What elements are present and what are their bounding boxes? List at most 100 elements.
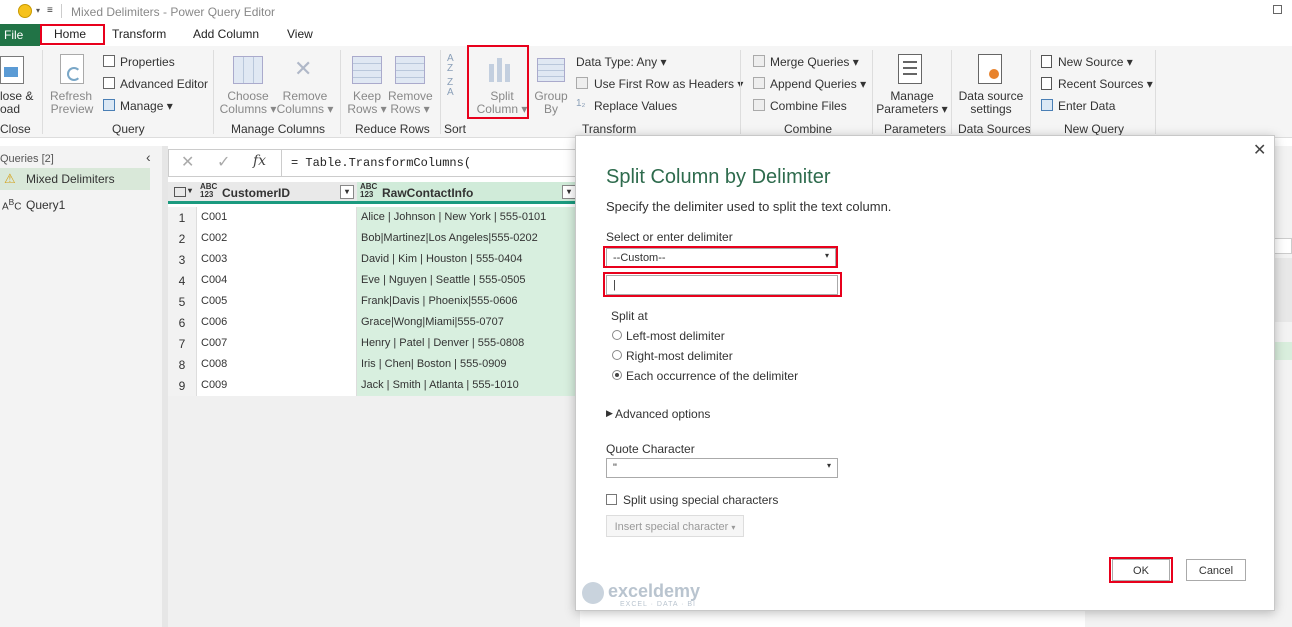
- choose-columns-icon[interactable]: [233, 56, 263, 84]
- replace-values-button[interactable]: Replace Values: [594, 99, 677, 113]
- recent-sources-button[interactable]: Recent Sources ▾: [1058, 77, 1153, 91]
- cell-rawcontactinfo[interactable]: Frank|Davis | Phoenix|555-0606: [357, 291, 580, 312]
- dropdown-arrow-icon[interactable]: ▾: [36, 6, 40, 15]
- query-item-query1[interactable]: ABC Query1: [0, 194, 150, 216]
- advanced-editor-button[interactable]: Advanced Editor: [120, 77, 208, 91]
- combine-files-button[interactable]: Combine Files: [770, 99, 847, 113]
- remove-rows-icon[interactable]: [395, 56, 425, 84]
- properties-button[interactable]: Properties: [120, 55, 175, 69]
- use-first-row-button[interactable]: Use First Row as Headers ▾: [594, 77, 743, 91]
- keep-rows-icon[interactable]: [352, 56, 382, 84]
- keep-rows-label-2[interactable]: Rows ▾: [343, 103, 391, 116]
- new-source-button[interactable]: New Source ▾: [1058, 55, 1133, 69]
- cell-customerid[interactable]: C005: [197, 291, 357, 312]
- filter-dropdown-icon[interactable]: ▾: [562, 185, 576, 199]
- cell-rawcontactinfo[interactable]: David | Kim | Houston | 555-0404: [357, 249, 580, 270]
- quick-access-menu-icon[interactable]: ≡: [47, 5, 53, 16]
- special-characters-label[interactable]: Split using special characters: [623, 493, 778, 507]
- choose-columns-label-2[interactable]: Columns ▾: [218, 103, 278, 116]
- cell-customerid[interactable]: C006: [197, 312, 357, 333]
- radio-each-occurrence-label[interactable]: Each occurrence of the delimiter: [626, 369, 798, 383]
- cell-customerid[interactable]: C008: [197, 354, 357, 375]
- sort-descending-icon[interactable]: ZA: [447, 78, 454, 98]
- group-by-label-2[interactable]: By: [531, 103, 571, 116]
- table-row[interactable]: 9 C009 Jack | Smith | Atlanta | 555-1010: [168, 375, 580, 396]
- radio-each-occurrence[interactable]: [612, 370, 622, 380]
- append-queries-button[interactable]: Append Queries ▾: [770, 77, 866, 91]
- watermark-tagline: EXCEL · DATA · BI: [620, 601, 696, 608]
- filter-dropdown-icon[interactable]: ▾: [340, 185, 354, 199]
- table-row[interactable]: 5 C005 Frank|Davis | Phoenix|555-0606: [168, 291, 580, 312]
- cancel-icon[interactable]: ✕: [181, 152, 194, 172]
- data-type-button[interactable]: Data Type: Any ▾: [576, 55, 667, 69]
- smiley-icon[interactable]: [18, 4, 32, 18]
- radio-right-most-label[interactable]: Right-most delimiter: [626, 349, 733, 363]
- table-row[interactable]: 7 C007 Henry | Patel | Denver | 555-0808: [168, 333, 580, 354]
- cell-customerid[interactable]: C007: [197, 333, 357, 354]
- table-row[interactable]: 8 C008 Iris | Chen| Boston | 555-0909: [168, 354, 580, 375]
- tab-file[interactable]: File: [0, 24, 40, 46]
- cell-customerid[interactable]: C004: [197, 270, 357, 291]
- remove-rows-label-2[interactable]: Rows ▾: [386, 103, 434, 116]
- radio-left-most-label[interactable]: Left-most delimiter: [626, 329, 725, 343]
- cell-rawcontactinfo[interactable]: Henry | Patel | Denver | 555-0808: [357, 333, 580, 354]
- radio-left-most[interactable]: [612, 330, 622, 340]
- data-source-settings-label-2[interactable]: settings: [955, 103, 1027, 116]
- restore-window-icon[interactable]: [1273, 5, 1282, 14]
- cell-customerid[interactable]: C001: [197, 207, 357, 228]
- formula-text[interactable]: = Table.TransformColumns(: [291, 156, 471, 170]
- tab-add-column[interactable]: Add Column: [193, 27, 259, 41]
- manage-parameters-icon[interactable]: [898, 54, 922, 84]
- collapse-pane-icon[interactable]: ‹: [146, 149, 151, 165]
- cancel-button[interactable]: Cancel: [1186, 559, 1246, 581]
- manage-button[interactable]: Manage ▾: [120, 99, 173, 113]
- merge-queries-button[interactable]: Merge Queries ▾: [770, 55, 859, 69]
- radio-right-most[interactable]: [612, 350, 622, 360]
- query-group-label: Query: [112, 122, 145, 136]
- close-icon[interactable]: ✕: [1253, 140, 1266, 160]
- insert-special-character-button[interactable]: Insert special character ▾: [606, 515, 744, 537]
- cell-rawcontactinfo[interactable]: Iris | Chen| Boston | 555-0909: [357, 354, 580, 375]
- sort-ascending-icon[interactable]: AZ: [447, 54, 454, 74]
- cell-rawcontactinfo[interactable]: Grace|Wong|Miami|555-0707: [357, 312, 580, 333]
- table-menu-header[interactable]: ▾: [168, 182, 197, 204]
- quote-character-select[interactable]: " ▾: [606, 458, 838, 478]
- query-item-mixed-delimiters[interactable]: ⚠ Mixed Delimiters: [0, 168, 150, 190]
- special-characters-checkbox[interactable]: [606, 494, 617, 505]
- table-row[interactable]: 1 C001 Alice | Johnson | New York | 555-01…: [168, 207, 580, 228]
- cell-rawcontactinfo[interactable]: Alice | Johnson | New York | 555-0101: [357, 207, 580, 228]
- table-row[interactable]: 3 C003 David | Kim | Houston | 555-0404: [168, 249, 580, 270]
- group-by-icon[interactable]: [537, 58, 565, 82]
- cell-rawcontactinfo[interactable]: Bob|Martinez|Los Angeles|555-0202: [357, 228, 580, 249]
- cell-customerid[interactable]: C009: [197, 375, 357, 396]
- tab-view[interactable]: View: [287, 27, 313, 41]
- enter-data-button[interactable]: Enter Data: [1058, 99, 1115, 113]
- remove-columns-icon[interactable]: ✕: [290, 56, 320, 84]
- expand-arrow-icon[interactable]: ▶: [606, 408, 613, 419]
- row-number: 5: [168, 291, 197, 312]
- cell-rawcontactinfo[interactable]: Jack | Smith | Atlanta | 555-1010: [357, 375, 580, 396]
- fx-icon[interactable]: fx: [253, 153, 266, 169]
- check-icon[interactable]: ✓: [217, 152, 230, 172]
- data-source-settings-icon[interactable]: [978, 54, 1002, 84]
- close-load-icon[interactable]: [0, 56, 24, 84]
- parameters-group-label: Parameters: [884, 122, 947, 136]
- table-row[interactable]: 6 C006 Grace|Wong|Miami|555-0707: [168, 312, 580, 333]
- refresh-icon[interactable]: [60, 54, 84, 84]
- cell-rawcontactinfo[interactable]: Eve | Nguyen | Seattle | 555-0505: [357, 270, 580, 291]
- cell-customerid[interactable]: C003: [197, 249, 357, 270]
- close-load-label-2[interactable]: oad: [0, 103, 20, 116]
- remove-columns-label-2[interactable]: Columns ▾: [275, 103, 335, 116]
- choose-columns-text: Columns: [219, 102, 267, 116]
- table-row[interactable]: 2 C002 Bob|Martinez|Los Angeles|555-0202: [168, 228, 580, 249]
- column-header-rawcontactinfo[interactable]: ABC 123 RawContactInfo ▾: [357, 182, 580, 204]
- column-header-customerid[interactable]: ABC 123 CustomerID ▾: [197, 182, 357, 204]
- row-number: 8: [168, 354, 197, 375]
- refresh-label-2[interactable]: Preview: [48, 103, 96, 116]
- table-row[interactable]: 4 C004 Eve | Nguyen | Seattle | 555-0505: [168, 270, 580, 291]
- tab-transform[interactable]: Transform: [112, 27, 166, 41]
- cell-customerid[interactable]: C002: [197, 228, 357, 249]
- manage-parameters-label-2[interactable]: Parameters ▾: [876, 103, 948, 116]
- advanced-options-toggle[interactable]: Advanced options: [615, 407, 710, 421]
- ribbon-separator: [340, 50, 341, 134]
